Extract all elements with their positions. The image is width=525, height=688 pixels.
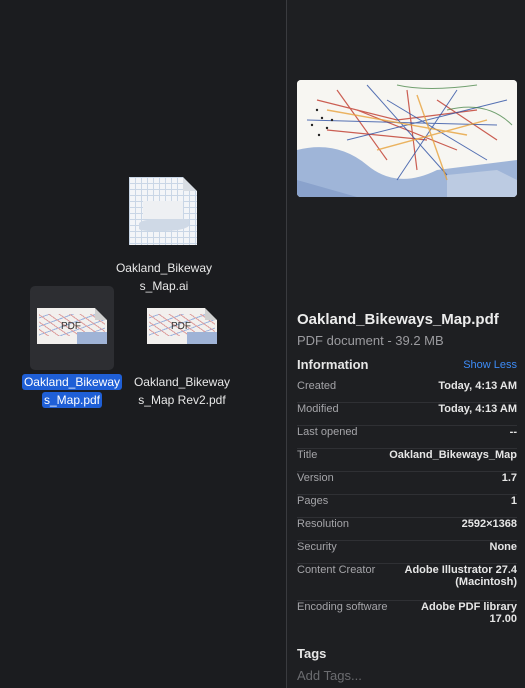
info-row-last-opened: Last opened -- xyxy=(297,426,517,449)
ai-file-thumbnail xyxy=(129,175,199,247)
map-thumbnail-shape xyxy=(139,219,189,231)
info-key: Pages xyxy=(297,495,329,507)
info-key: Modified xyxy=(297,403,339,415)
info-value: Adobe PDF library 17.00 xyxy=(421,601,517,625)
add-tags-input[interactable]: Add Tags... xyxy=(297,668,362,683)
show-less-link[interactable]: Show Less xyxy=(463,359,517,371)
info-value: 1.7 xyxy=(501,472,517,484)
info-key: Encoding software xyxy=(297,601,388,613)
pdf-label: PDF xyxy=(171,321,191,332)
info-row-encoding-software: Encoding software Adobe PDF library 17.00 xyxy=(297,601,517,637)
file-kind-size: PDF document - 39.2 MB xyxy=(297,333,444,348)
info-key: Created xyxy=(297,380,337,392)
info-value: 2592×1368 xyxy=(461,518,517,530)
info-key: Content Creator xyxy=(297,564,376,576)
info-value: Today, 4:13 AM xyxy=(438,403,517,415)
file-name-line1: Oakland_Bikeway xyxy=(115,261,213,275)
info-key: Resolution xyxy=(297,518,349,530)
tags-heading: Tags xyxy=(297,646,327,661)
info-row-version: Version 1.7 xyxy=(297,472,517,495)
information-heading: Information xyxy=(297,357,369,372)
info-row-title: Title Oakland_Bikeways_Map xyxy=(297,449,517,472)
info-key: Title xyxy=(297,449,318,461)
pdf-file-thumbnail: PDF xyxy=(140,286,224,370)
inspector-panel: Oakland_Bikeways_Map.pdf PDF document - … xyxy=(287,0,525,688)
file-name-line1: Oakland_Bikeway xyxy=(21,374,123,390)
info-value: -- xyxy=(509,426,517,438)
info-row-created: Created Today, 4:13 AM xyxy=(297,380,517,403)
pdf-label: PDF xyxy=(61,321,81,332)
file-name-line2: s_Map.pdf xyxy=(41,392,103,408)
pdf-file-thumbnail: PDF xyxy=(37,308,107,344)
map-thumbnail-land xyxy=(143,201,183,219)
info-row-pages: Pages 1 xyxy=(297,495,517,518)
file-browser: Oakland_Bikeway s_Map.ai PDF Oakland_Bik… xyxy=(0,0,286,688)
pdf-thumbnail-highlight: PDF xyxy=(30,286,114,370)
file-title: Oakland_Bikeways_Map.pdf xyxy=(297,311,499,328)
map-preview-image xyxy=(297,80,517,197)
file-item-pdf-selected[interactable]: PDF Oakland_Bikeway s_Map.pdf xyxy=(16,286,128,409)
info-row-security: Security None xyxy=(297,541,517,564)
info-key: Version xyxy=(297,472,334,484)
info-row-resolution: Resolution 2592×1368 xyxy=(297,518,517,541)
info-key: Last opened xyxy=(297,426,358,438)
file-name-line1: Oakland_Bikeway xyxy=(133,375,231,389)
file-item-pdf-rev2[interactable]: PDF Oakland_Bikeway s_Map Rev2.pdf xyxy=(124,286,240,409)
info-value: Today, 4:13 AM xyxy=(438,380,517,392)
file-name-line2: s_Map Rev2.pdf xyxy=(138,393,226,407)
file-preview xyxy=(297,80,517,197)
info-key: Security xyxy=(297,541,337,553)
info-value: None xyxy=(489,541,518,553)
info-row-modified: Modified Today, 4:13 AM xyxy=(297,403,517,426)
info-value: Adobe Illustrator 27.4 (Macintosh) xyxy=(404,564,517,588)
info-value: 1 xyxy=(510,495,517,507)
info-value: Oakland_Bikeways_Map xyxy=(389,449,517,461)
info-row-content-creator: Content Creator Adobe Illustrator 27.4 (M… xyxy=(297,564,517,601)
file-item-ai[interactable]: Oakland_Bikeway s_Map.ai xyxy=(100,175,228,295)
